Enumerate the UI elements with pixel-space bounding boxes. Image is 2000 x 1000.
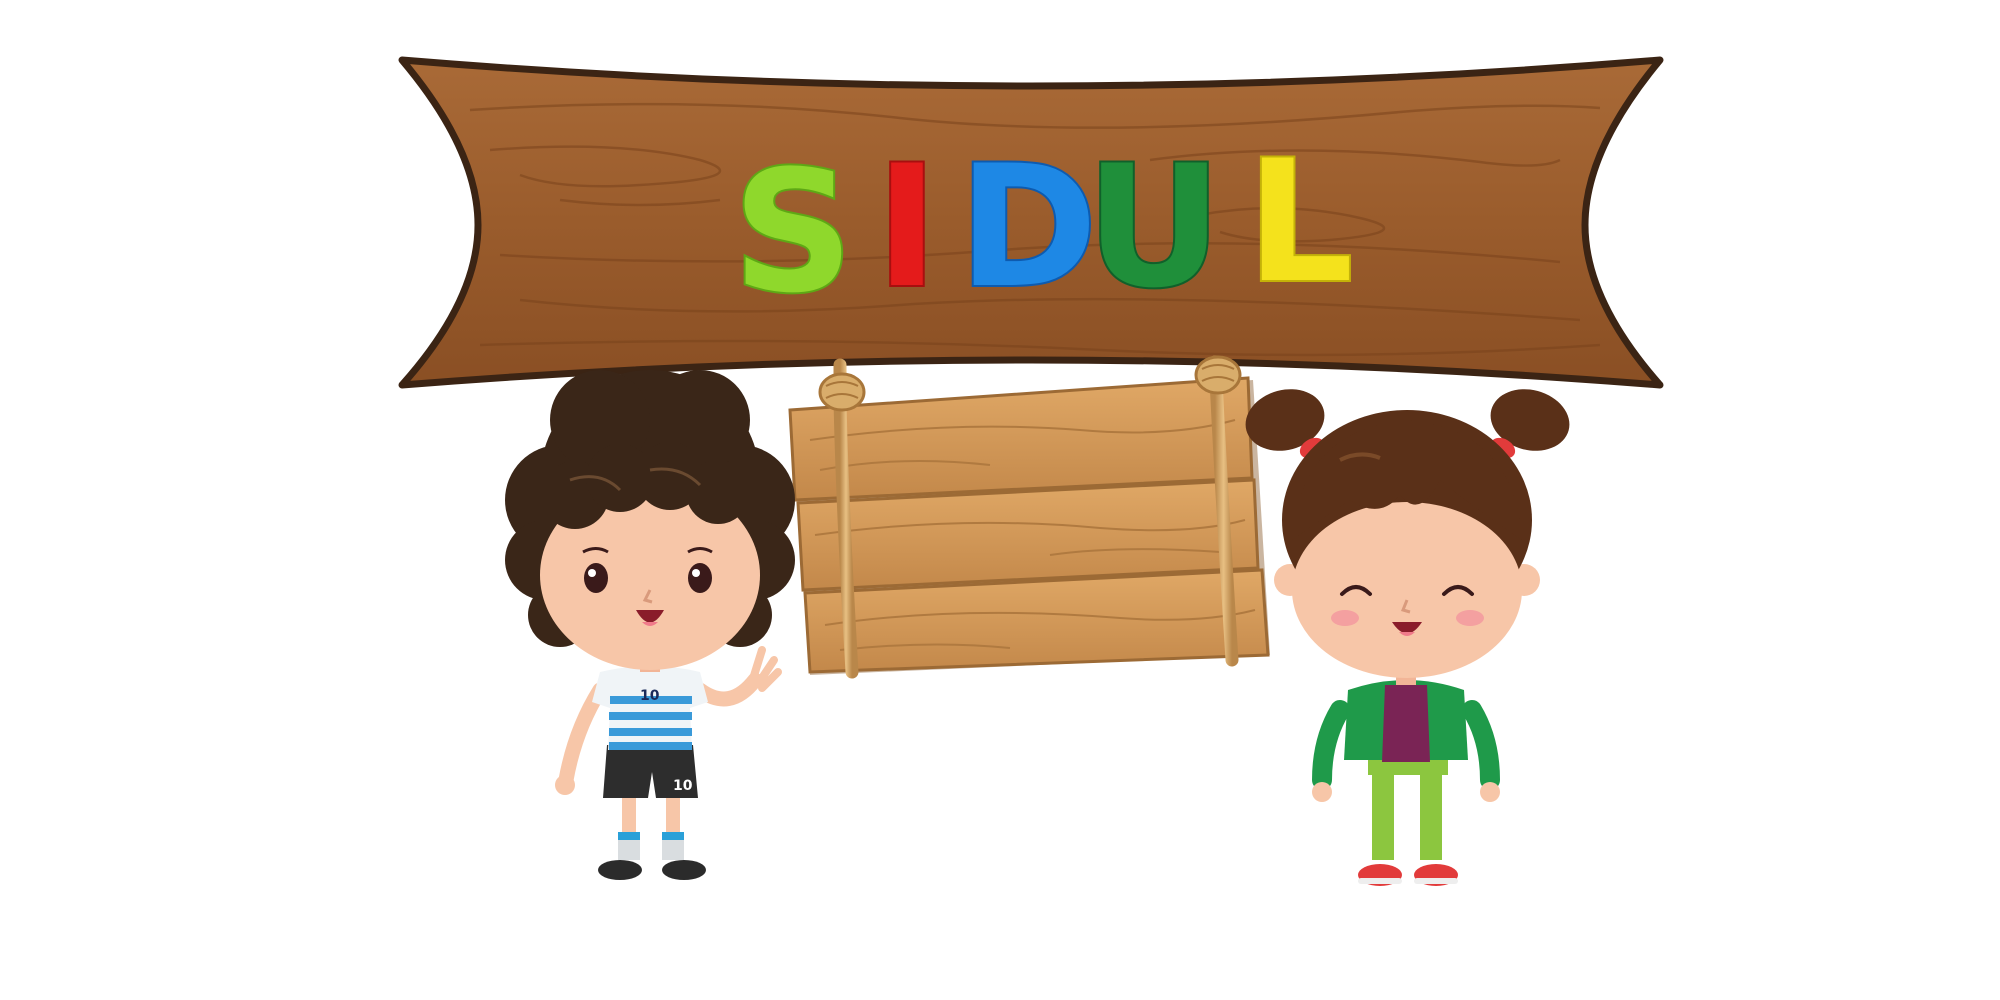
scene: S I D U L 10 10 bbox=[398, 56, 1664, 886]
title-letter-i: I bbox=[876, 129, 939, 325]
hanging-sign[interactable] bbox=[788, 355, 1270, 679]
game-title: S I D U L bbox=[731, 122, 1356, 332]
boy-shirt-number: 10 bbox=[640, 688, 660, 704]
title-letter-u: U bbox=[1086, 129, 1222, 325]
title-screen: S I D U L 10 10 bbox=[0, 0, 2000, 1000]
title-letter-d: D bbox=[958, 129, 1097, 325]
title-banner: S I D U L bbox=[398, 56, 1664, 389]
girl-character[interactable] bbox=[1239, 381, 1577, 886]
title-letter-s: S bbox=[733, 134, 854, 330]
boy-shorts-number: 10 bbox=[673, 778, 693, 794]
title-letter-l: L bbox=[1246, 124, 1353, 320]
boy-character[interactable]: 10 10 bbox=[505, 370, 795, 880]
